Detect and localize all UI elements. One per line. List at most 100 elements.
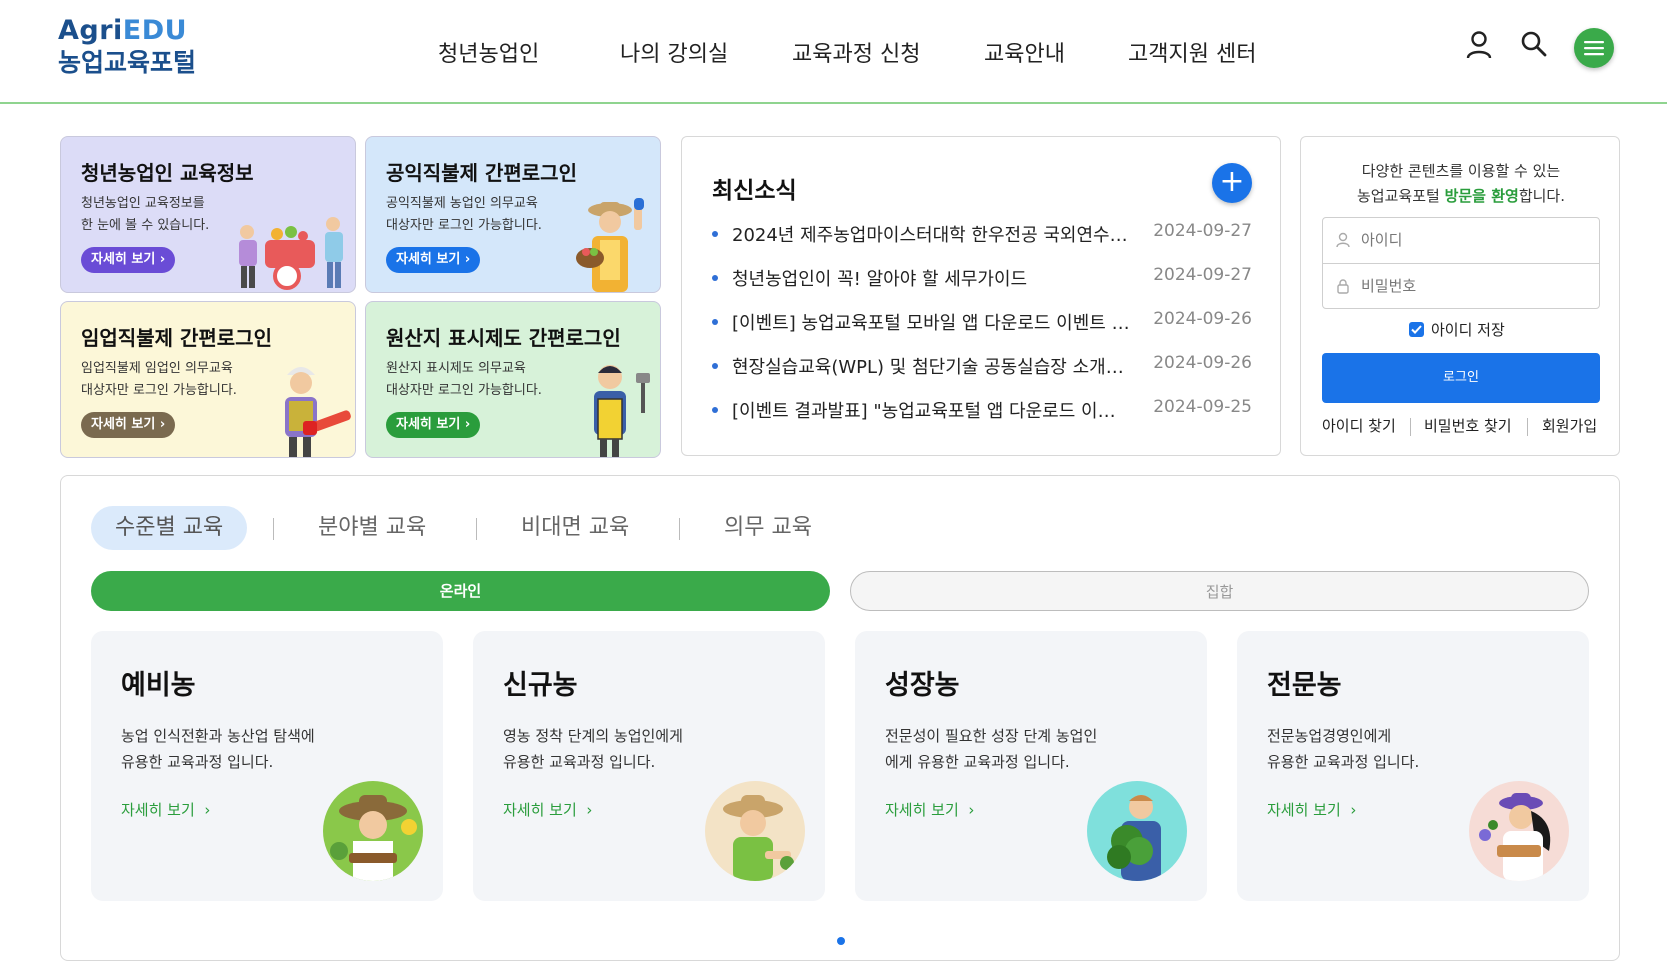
bullet-icon [712, 319, 718, 325]
carousel-pager-dot[interactable] [837, 937, 845, 945]
id-input[interactable] [1361, 227, 1587, 253]
nav-item-edu-guide[interactable]: 교육안내 [984, 36, 1065, 68]
link-divider [1410, 418, 1411, 436]
welcome-line1: 다양한 콘텐츠를 이용할 수 있는 [1361, 162, 1561, 180]
quick-card-desc-line1: 임업직불제 임업인 의무교육 [81, 361, 233, 376]
login-panel: 다양한 콘텐츠를 이용할 수 있는 농업교육포털 방문을 환영합니다. 아이디 … [1300, 136, 1620, 456]
quick-card-more-button[interactable]: 자세히 보기 › [386, 247, 481, 273]
news-item[interactable]: 현장실습교육(WPL) 및 첨단기술 공동실습장 소개자… 2024-09-26 [712, 353, 1252, 379]
course-card-pre-farmer[interactable]: 예비농 농업 인식전환과 농산업 탐색에 유용한 교육과정 입니다. 자세히 보기… [91, 631, 443, 901]
id-field-wrap [1323, 218, 1599, 263]
course-card-more-link[interactable]: 자세히 보기 › [121, 799, 210, 820]
quick-card-title: 임업직불제 간편로그인 [81, 326, 272, 350]
news-item-date: 2024-09-26 [1153, 353, 1252, 373]
course-desc-line2: 에게 유용한 교육과정 입니다. [885, 753, 1070, 771]
checkbox-checked-icon [1409, 322, 1424, 337]
course-card-more-link[interactable]: 자세히 보기 › [1267, 799, 1356, 820]
course-section: 수준별 교육 분야별 교육 비대면 교육 의무 교육 온라인 집합 예비농 농업… [60, 475, 1620, 961]
course-card-title: 성장농 [885, 670, 960, 701]
course-desc-line1: 전문농업경영인에게 [1267, 727, 1392, 745]
link-divider [1527, 418, 1528, 436]
tab-field-education[interactable]: 분야별 교육 [318, 506, 426, 550]
quick-card-young-farmer[interactable]: 청년농업인 교육정보 청년농업인 교육정보를 한 눈에 볼 수 있습니다. 자세히… [60, 136, 356, 293]
user-icon[interactable] [1466, 30, 1492, 64]
nav-item-course-apply[interactable]: 교육과정 신청 [792, 36, 920, 68]
save-id-label: 아이디 저장 [1431, 321, 1505, 339]
course-desc-line2: 유용한 교육과정 입니다. [1267, 753, 1420, 771]
course-desc-line1: 영농 정착 단계의 농업인에게 [503, 727, 683, 745]
login-welcome-message: 다양한 콘텐츠를 이용할 수 있는 농업교육포털 방문을 환영합니다. [1301, 159, 1621, 209]
quick-card-desc-line2: 대상자만 로그인 가능합니다. [386, 218, 542, 233]
quick-card-forest-payment[interactable]: 임업직불제 간편로그인 임업직불제 임업인 의무교육 대상자만 로그인 가능합니다… [60, 301, 356, 458]
search-icon[interactable] [1520, 30, 1548, 62]
quick-card-public-payment[interactable]: 공익직불제 간편로그인 공익직불제 농업인 의무교육 대상자만 로그인 가능합니다… [365, 136, 661, 293]
bullet-icon [712, 407, 718, 413]
save-id-checkbox[interactable]: 아이디 저장 [1409, 319, 1505, 340]
quick-card-desc: 공익직불제 농업인 의무교육 대상자만 로그인 가능합니다. [386, 193, 556, 237]
course-card-new-farmer[interactable]: 신규농 영농 정착 단계의 농업인에게 유용한 교육과정 입니다. 자세히 보기 … [473, 631, 825, 901]
course-card-desc: 영농 정착 단계의 농업인에게 유용한 교육과정 입니다. [503, 723, 743, 775]
segment-online[interactable]: 온라인 [91, 571, 830, 611]
tab-divider [273, 518, 274, 540]
tab-mandatory-education[interactable]: 의무 교육 [724, 506, 812, 550]
find-id-link[interactable]: 아이디 찾기 [1322, 415, 1396, 436]
password-input[interactable] [1361, 273, 1587, 299]
news-item-title: 2024년 제주농업마이스터대학 한우전공 국외연수 … [732, 225, 1132, 246]
growing-farmer-avatar-icon [1087, 781, 1187, 881]
quick-card-origin-label[interactable]: 원산지 표시제도 간편로그인 원산지 표시제도 의무교육 대상자만 로그인 가능합… [365, 301, 661, 458]
bullet-icon [712, 275, 718, 281]
hamburger-menu-button[interactable] [1574, 28, 1614, 68]
course-card-desc: 전문농업경영인에게유용한 교육과정 입니다. [1267, 723, 1507, 775]
news-item-date: 2024-09-27 [1153, 265, 1252, 285]
quick-card-desc-line2: 한 눈에 볼 수 있습니다. [81, 218, 210, 233]
news-item[interactable]: 청년농업인이 꼭! 알아야 할 세무가이드 2024-09-27 [712, 265, 1252, 291]
nav-item-young-farmer[interactable]: 청년농업인 [438, 36, 539, 68]
quick-card-desc-line1: 청년농업인 교육정보를 [81, 196, 205, 211]
news-item[interactable]: [이벤트] 농업교육포털 모바일 앱 다운로드 이벤트 … 2024-09-26 [712, 309, 1252, 335]
shop-owner-with-roller-icon [594, 365, 650, 457]
news-item-title: 청년농업인이 꼭! 알아야 할 세무가이드 [732, 269, 1028, 290]
more-label: 자세히 보기 [91, 252, 156, 267]
news-title: 최신소식 [712, 178, 797, 204]
course-card-growing-farmer[interactable]: 성장농 전문성이 필요한 성장 단계 농업인 에게 유용한 교육과정 입니다. 자… [855, 631, 1207, 901]
course-card-expert-farmer[interactable]: 전문농 전문농업경영인에게 유용한 교육과정 입니다. 자세히 보기 › [1237, 631, 1589, 901]
person-icon [1335, 232, 1351, 252]
quick-card-more-button[interactable]: 자세히 보기 › [386, 412, 481, 438]
news-item[interactable]: [이벤트 결과발표] "농업교육포털 앱 다운로드 이벤… 2024-09-25 [712, 397, 1252, 423]
course-card-more-link[interactable]: 자세히 보기 › [885, 799, 974, 820]
segment-offline[interactable]: 집합 [850, 571, 1589, 611]
course-card-more-link[interactable]: 자세히 보기 › [503, 799, 592, 820]
forester-with-chainsaw-icon [285, 367, 351, 457]
login-links: 아이디 찾기 비밀번호 찾기 회원가입 [1322, 415, 1600, 439]
welcome-highlight: 방문을 환영 [1444, 187, 1519, 205]
quick-card-desc-line1: 원산지 표시제도 의무교육 [386, 361, 526, 376]
more-label: 자세히 보기 [885, 801, 959, 819]
quick-card-more-button[interactable]: 자세히 보기 › [81, 412, 176, 438]
hamburger-icon [1584, 41, 1604, 56]
more-label: 자세히 보기 [396, 252, 461, 267]
tab-remote-education[interactable]: 비대면 교육 [521, 506, 629, 550]
find-password-link[interactable]: 비밀번호 찾기 [1424, 415, 1512, 436]
welcome-line2-a: 농업교육포털 [1357, 187, 1445, 205]
news-more-button[interactable]: + [1212, 163, 1252, 203]
login-button[interactable]: 로그인 [1322, 353, 1600, 403]
tab-level-education[interactable]: 수준별 교육 [91, 506, 248, 550]
news-item-title: [이벤트 결과발표] "농업교육포털 앱 다운로드 이벤… [732, 401, 1132, 422]
signup-link[interactable]: 회원가입 [1542, 415, 1597, 436]
lock-icon [1335, 278, 1351, 298]
news-item-date: 2024-09-25 [1153, 397, 1252, 417]
news-item-date: 2024-09-27 [1153, 221, 1252, 241]
tab-divider [679, 518, 680, 540]
course-desc-line2: 유용한 교육과정 입니다. [121, 753, 274, 771]
nav-item-my-classroom[interactable]: 나의 강의실 [620, 36, 728, 68]
quick-card-title: 공익직불제 간편로그인 [386, 161, 577, 185]
course-card-desc: 전문성이 필요한 성장 단계 농업인 에게 유용한 교육과정 입니다. [885, 723, 1125, 775]
farmer-with-basket-icon [576, 198, 644, 292]
pw-field-wrap [1323, 264, 1599, 309]
course-desc-line1: 농업 인식전환과 농산업 탐색에 [121, 727, 315, 745]
nav-item-support-center[interactable]: 고객지원 센터 [1128, 36, 1256, 68]
tab-divider [476, 518, 477, 540]
news-panel: 최신소식 + 2024년 제주농업마이스터대학 한우전공 국외연수 … 2024-… [681, 136, 1281, 456]
quick-card-more-button[interactable]: 자세히 보기 › [81, 247, 176, 273]
news-item[interactable]: 2024년 제주농업마이스터대학 한우전공 국외연수 … 2024-09-27 [712, 221, 1252, 247]
